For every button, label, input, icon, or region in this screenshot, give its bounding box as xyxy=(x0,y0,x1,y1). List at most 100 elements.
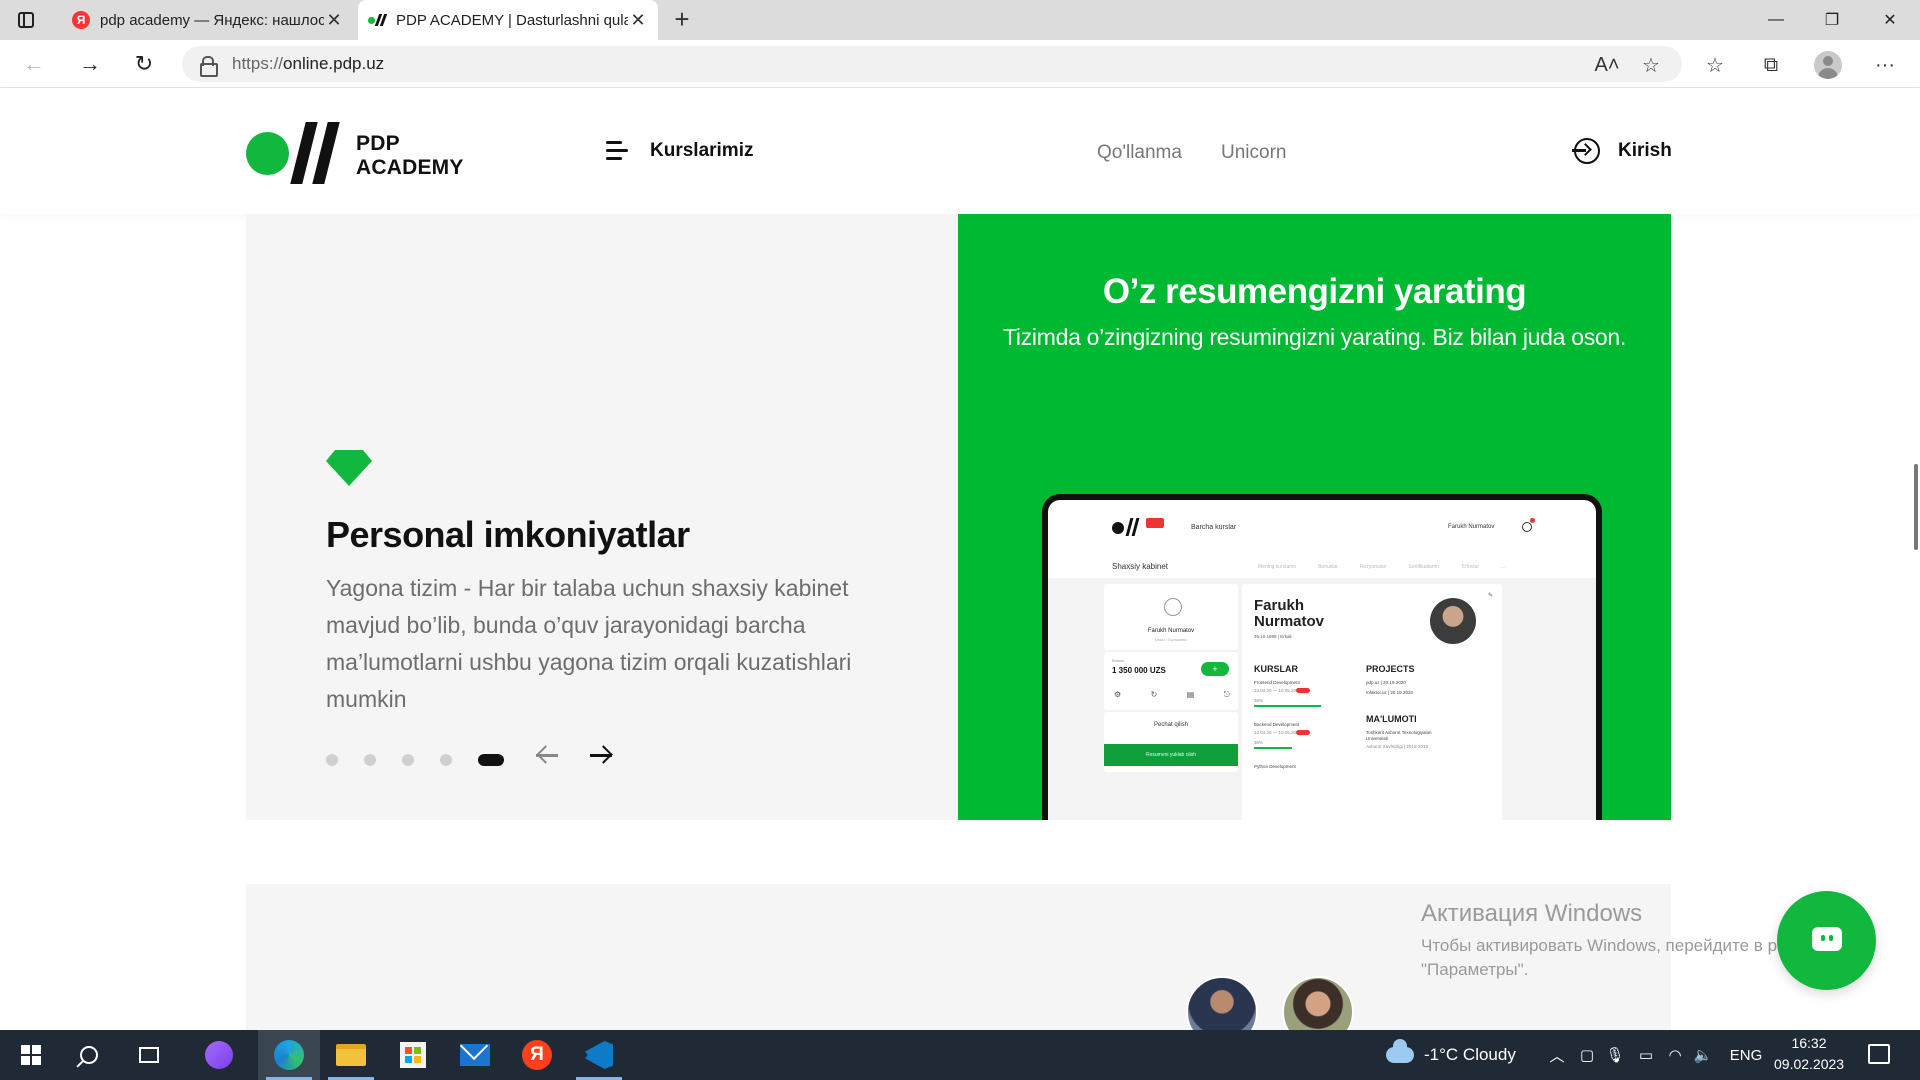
mockup-bell-icon xyxy=(1522,522,1532,532)
login-button[interactable]: Kirish xyxy=(1572,138,1672,164)
taskbar-yandex-browser[interactable]: Я xyxy=(506,1030,568,1080)
slide-promo-panel: O’z resumengizni yarating Tizimda o’zing… xyxy=(958,214,1671,820)
mockup-balance-label: Balans xyxy=(1112,658,1125,663)
more-menu-icon[interactable]: ··· xyxy=(1872,52,1898,78)
mockup-resume-first-name: Farukh xyxy=(1254,597,1305,614)
task-view-button[interactable] xyxy=(118,1030,180,1080)
nav-link-unicorn[interactable]: Unicorn xyxy=(1221,142,1286,164)
mockup-logo-badge xyxy=(1146,518,1164,528)
logo-wordmark: PDP ACADEMY xyxy=(356,132,464,180)
mockup-resume-last-name: Nurmatov xyxy=(1254,613,1325,630)
url-host: online.pdp.uz xyxy=(283,54,385,73)
mockup-download-resume-button: Resumeni yuklab olish xyxy=(1104,744,1238,766)
login-label: Kirish xyxy=(1618,140,1672,161)
taskbar-search-button[interactable] xyxy=(58,1030,120,1080)
lock-icon[interactable] xyxy=(200,56,218,77)
mockup-education-heading: MA'LUMOTI xyxy=(1366,714,1417,724)
mockup-print-label: Pechat qilish xyxy=(1153,722,1189,728)
close-tab-icon[interactable]: ✕ xyxy=(628,10,648,31)
browser-tab-pdp[interactable]: PDP ACADEMY | Dasturlashni qulay ✕ xyxy=(358,0,658,40)
yandex-browser-icon: Я xyxy=(522,1040,552,1070)
chat-widget-button[interactable] xyxy=(1777,891,1876,990)
taskbar-mail[interactable] xyxy=(444,1030,506,1080)
taskbar-edge[interactable] xyxy=(258,1030,320,1080)
back-button[interactable]: ← xyxy=(18,48,50,80)
login-icon xyxy=(1572,138,1600,164)
taskbar-alice[interactable] xyxy=(188,1030,250,1080)
tray-overflow-icon[interactable]: ︿ xyxy=(1546,1030,1568,1080)
mockup-edit-icon: ✎ xyxy=(1488,593,1494,599)
mockup-body: Farukh Nurmatov Ustoz / Kurslariniz Bala… xyxy=(1048,578,1596,820)
taskbar-store[interactable] xyxy=(382,1030,444,1080)
collections-icon[interactable]: ⧉ xyxy=(1758,52,1784,78)
url-field[interactable]: https:// online.pdp.uz xyxy=(182,46,1682,82)
clock-date: 09.02.2023 xyxy=(1774,1056,1845,1072)
profile-avatar-icon[interactable] xyxy=(1814,51,1842,79)
pdp-logo[interactable]: PDP ACADEMY xyxy=(246,120,486,186)
mockup-profile-photo xyxy=(1430,598,1476,644)
add-favorite-icon[interactable]: ☆ xyxy=(1638,52,1664,78)
taskbar-explorer[interactable] xyxy=(320,1030,382,1080)
mockup-tab: Mening kurslarim xyxy=(1258,564,1297,570)
mockup-courses-heading: KURSLAR xyxy=(1254,664,1298,674)
student-avatar[interactable] xyxy=(1186,976,1258,1030)
mockup-balance-card: Balans 1 350 000 UZS + ⚙ ↻ ▤ ⎋ xyxy=(1104,652,1238,710)
notification-center-icon[interactable] xyxy=(1868,1044,1890,1064)
mockup-education-2: Universiteti xyxy=(1366,736,1389,741)
yandex-icon: Я xyxy=(72,11,90,29)
restore-button[interactable]: ❐ xyxy=(1804,0,1860,40)
taskbar-clock[interactable]: 16:32 09.02.2023 xyxy=(1774,1033,1844,1075)
courses-menu-button[interactable]: Kurslarimiz xyxy=(606,140,753,162)
mockup-sync-icon: ↻ xyxy=(1150,690,1158,699)
meet-now-icon[interactable]: ▢ xyxy=(1576,1030,1598,1080)
slider-dot[interactable] xyxy=(326,754,338,766)
start-button[interactable] xyxy=(0,1030,62,1080)
slider-dot[interactable] xyxy=(364,754,376,766)
weather-widget[interactable]: -1°C Cloudy xyxy=(1386,1030,1516,1080)
nav-link-manual[interactable]: Qo'llanma xyxy=(1097,142,1182,164)
mockup-course-1-status: 36% xyxy=(1254,698,1264,703)
language-indicator[interactable]: ENG xyxy=(1728,1030,1764,1080)
student-avatar[interactable] xyxy=(1282,976,1354,1030)
mockup-tab: ... xyxy=(1500,564,1506,570)
volume-icon[interactable]: 🔈 xyxy=(1692,1030,1714,1080)
chat-icon xyxy=(1812,927,1842,951)
mockup-tabs: Mening kurslarim Bonuslar Rezyumalar Ser… xyxy=(1258,564,1505,570)
microphone-icon[interactable]: 🎙 xyxy=(1604,1030,1626,1080)
slider-dot[interactable] xyxy=(402,754,414,766)
network-icon[interactable]: ◠ xyxy=(1664,1030,1686,1080)
taskbar-vscode[interactable] xyxy=(568,1030,630,1080)
slider-prev-arrow-icon[interactable] xyxy=(533,740,563,770)
browser-tab-yandex[interactable]: Я pdp academy — Яндекс: нашлось ✕ xyxy=(62,0,354,40)
tab-title: pdp academy — Яндекс: нашлось xyxy=(100,11,324,29)
battery-icon[interactable]: ▭ xyxy=(1634,1030,1658,1080)
mockup-education-1: Toshkent Axborot Texnologiyalari xyxy=(1366,730,1432,735)
pdp-favicon-icon xyxy=(368,11,388,29)
slider-dot-active[interactable] xyxy=(478,754,504,766)
promo-title: O’z resumengizni yarating xyxy=(1102,272,1527,311)
close-tab-icon[interactable]: ✕ xyxy=(324,10,344,31)
new-tab-button[interactable]: + xyxy=(668,6,696,34)
tab-actions-icon[interactable] xyxy=(14,8,38,32)
mockup-project-2: mfaktor.uz | 20.19.2020 xyxy=(1366,690,1413,695)
page-scrollbar-thumb[interactable] xyxy=(1914,464,1918,550)
explorer-icon xyxy=(336,1044,366,1066)
promo-subtitle: Tizimda o’zingizning resumingizni yarati… xyxy=(1003,324,1626,350)
close-window-button[interactable]: ✕ xyxy=(1862,0,1918,40)
forward-button[interactable]: → xyxy=(74,48,106,80)
reload-button[interactable]: ↻ xyxy=(128,48,160,80)
mockup-tab: To'lovlar xyxy=(1460,564,1479,570)
slider-dot[interactable] xyxy=(440,754,452,766)
read-aloud-icon[interactable]: A˄ xyxy=(1594,52,1620,78)
hamburger-icon xyxy=(606,141,628,161)
slider-next-arrow-icon[interactable] xyxy=(587,740,617,770)
mail-icon xyxy=(460,1044,490,1066)
mockup-profile-card: Farukh Nurmatov Ustoz / Kurslariniz xyxy=(1104,584,1238,650)
mockup-logo-slash xyxy=(1131,518,1140,536)
minimize-button[interactable]: — xyxy=(1748,0,1804,40)
alice-icon xyxy=(205,1041,233,1069)
slider-pagination xyxy=(326,754,536,766)
mockup-course-2: Backend Development xyxy=(1254,722,1300,727)
favorites-icon[interactable]: ☆ xyxy=(1702,52,1728,78)
mockup-user-icon xyxy=(1164,598,1182,616)
